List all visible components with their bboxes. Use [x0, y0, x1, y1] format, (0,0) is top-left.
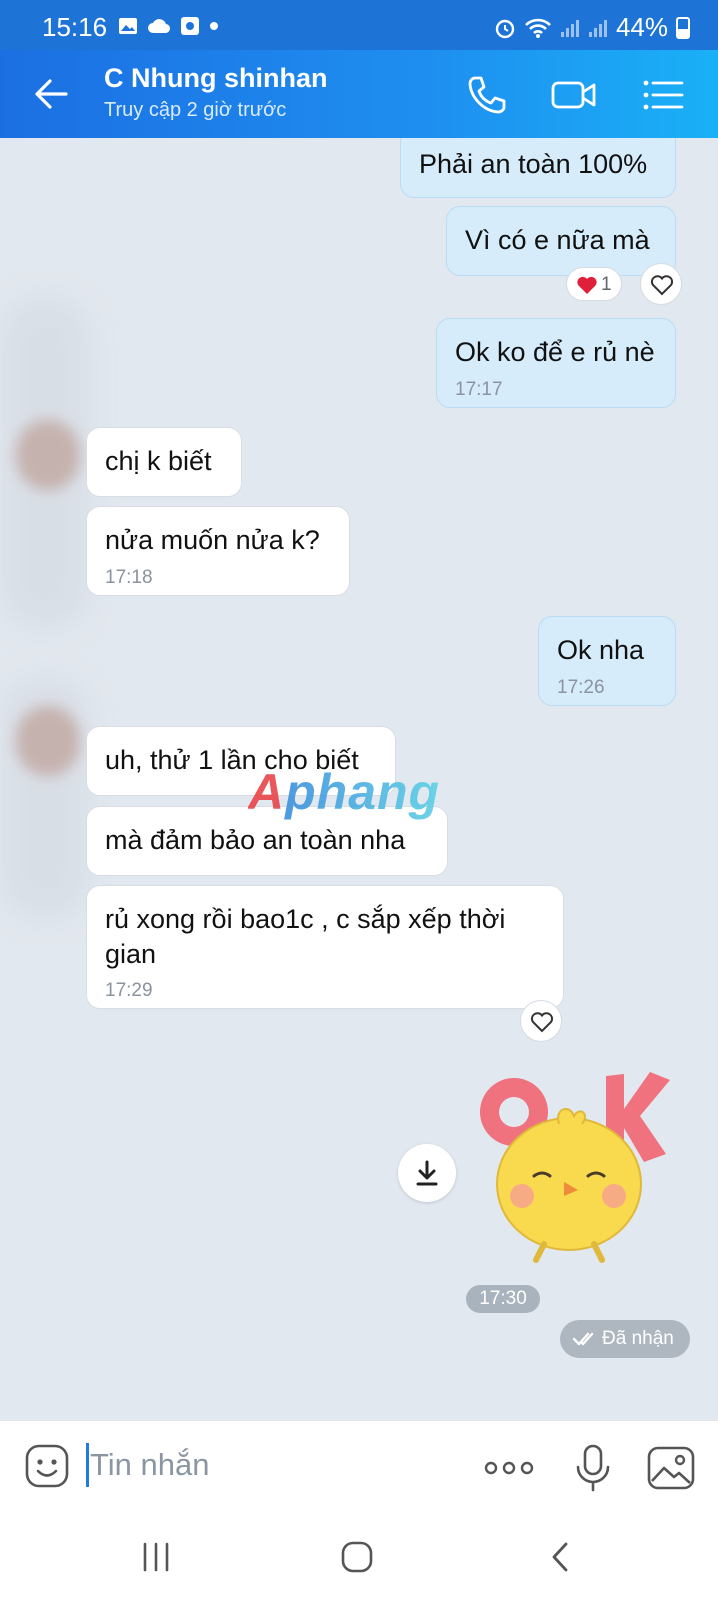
notification-icons — [118, 16, 219, 36]
message-bubble-sent[interactable]: Vì có e nữa mà — [446, 206, 676, 276]
watermark-logo: Aphang — [248, 764, 441, 820]
chat-area[interactable]: Phải an toàn 100% Vì có e nữa mà 1 Ok ko… — [0, 138, 718, 1420]
heart-outline-icon — [650, 275, 674, 296]
back-arrow-icon[interactable] — [30, 72, 74, 116]
message-input[interactable] — [90, 1441, 450, 1489]
heart-outline-icon — [530, 1012, 554, 1033]
emoji-sticker-icon[interactable] — [24, 1443, 70, 1489]
message-text: Vì có e nữa mà — [465, 225, 650, 255]
reaction-count-badge[interactable]: 1 — [566, 267, 622, 301]
reaction-count: 1 — [601, 274, 612, 295]
message-bubble-sent[interactable]: Ok nha 17:26 — [538, 616, 676, 706]
text-cursor — [86, 1443, 89, 1487]
message-time: 17:17 — [455, 379, 503, 400]
video-call-icon[interactable] — [550, 72, 598, 118]
status-time: 15:16 — [42, 12, 108, 42]
chat-header: C Nhung shinhan Truy cập 2 giờ trước — [0, 50, 718, 138]
double-check-icon — [572, 1332, 594, 1346]
cloud-sync-icon — [148, 19, 171, 34]
app-notification-icon — [181, 17, 199, 35]
phone-icon[interactable] — [464, 72, 510, 118]
delivery-status-chip: Đã nhận — [560, 1320, 690, 1358]
recents-icon[interactable] — [131, 1532, 181, 1582]
message-text: rủ xong rồi bao1c , c sắp xếp thời gian — [105, 904, 506, 969]
microphone-icon[interactable] — [568, 1443, 618, 1493]
message-bubble-sent[interactable]: Ok ko để e rủ nè 17:17 — [436, 318, 676, 408]
signal-icon-2 — [588, 19, 607, 37]
heart-filled-icon — [577, 276, 597, 294]
message-bubble-received[interactable]: nửa muốn nửa k? 17:18 — [86, 506, 350, 596]
message-bubble-received[interactable]: chị k biết — [86, 427, 242, 497]
more-notifications-dot-icon — [210, 22, 218, 30]
message-input-bar — [0, 1420, 718, 1512]
sender-avatar[interactable] — [16, 706, 80, 776]
react-heart-button[interactable] — [640, 263, 682, 305]
home-icon[interactable] — [332, 1532, 382, 1582]
download-sticker-button[interactable] — [398, 1144, 456, 1202]
message-text: Phải an toàn 100% — [419, 149, 648, 179]
battery-percent: 44% — [615, 12, 668, 42]
last-seen-status: Truy cập 2 giờ trước — [104, 99, 287, 121]
ok-chick-sticker[interactable] — [474, 1064, 684, 1264]
contact-name[interactable]: C Nhung shinhan — [104, 63, 327, 94]
message-bubble-sent[interactable]: Phải an toàn 100% — [400, 138, 676, 198]
image-gallery-icon[interactable] — [646, 1443, 696, 1493]
status-bar: 15:16 44% — [0, 0, 718, 50]
delivery-status-text: Đã nhận — [602, 1328, 674, 1349]
react-heart-button[interactable] — [520, 1000, 562, 1042]
download-icon — [416, 1160, 438, 1186]
alarm-icon — [495, 19, 515, 38]
back-icon[interactable] — [536, 1532, 586, 1582]
message-text: chị k biết — [105, 446, 212, 476]
signal-icon-1 — [560, 19, 579, 37]
sticker-time-chip: 17:30 — [466, 1285, 540, 1313]
message-time: 17:18 — [105, 567, 153, 588]
message-text: nửa muốn nửa k? — [105, 525, 320, 555]
system-nav-bar — [0, 1512, 718, 1600]
message-time: 17:29 — [105, 980, 153, 1001]
more-dots-icon[interactable] — [482, 1443, 536, 1493]
message-bubble-received[interactable]: rủ xong rồi bao1c , c sắp xếp thời gian … — [86, 885, 564, 1009]
wifi-icon — [525, 18, 551, 38]
message-text: Ok nha — [557, 635, 645, 665]
message-time: 17:26 — [557, 677, 605, 698]
message-text: mà đảm bảo an toàn nha — [105, 825, 406, 855]
battery-icon — [676, 16, 690, 39]
message-text: Ok ko để e rủ nè — [455, 337, 655, 367]
menu-list-icon[interactable] — [640, 72, 686, 118]
gallery-notification-icon — [119, 18, 137, 34]
sender-avatar[interactable] — [16, 420, 80, 490]
